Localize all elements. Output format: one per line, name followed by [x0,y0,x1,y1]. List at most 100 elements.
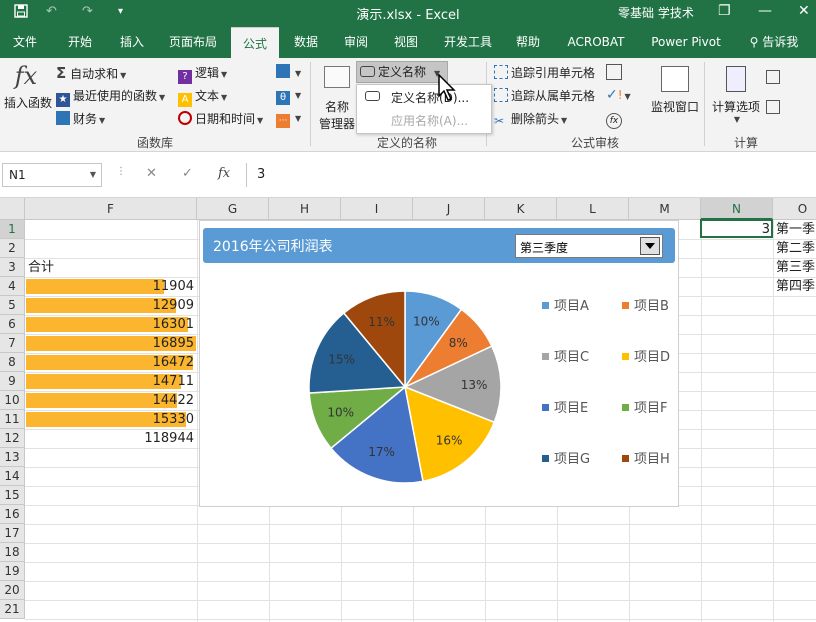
tab-data[interactable]: 数据 [282,26,330,58]
legend-entry[interactable]: 项目C [542,346,589,365]
more-functions-button[interactable]: ··· ▼ [276,110,301,128]
tab-power-pivot[interactable]: Power Pivot [644,26,728,58]
legend-entry[interactable]: 项目A [542,295,589,314]
financial-button[interactable]: 财务 ▼ [56,110,105,127]
row-header[interactable]: 12 [0,429,25,448]
legend-entry[interactable]: 项目H [622,448,670,467]
row-header[interactable]: 10 [0,391,25,410]
column-header[interactable]: H [269,198,341,220]
minimize-button[interactable]: — [758,3,772,19]
datetime-button[interactable]: 日期和时间 ▼ [178,110,263,127]
show-formulas-button[interactable] [606,64,625,81]
lookup-reference-button[interactable]: ▼ [276,64,301,79]
row-header[interactable]: 14 [0,467,25,486]
legend-entry[interactable]: 项目G [542,448,590,467]
calculate-sheet-button[interactable] [766,100,783,115]
restore-ribbon-icon[interactable]: ❐ [718,3,731,19]
legend-entry[interactable]: 项目F [622,397,667,416]
column-header[interactable]: M [629,198,701,220]
column-header[interactable]: I [341,198,413,220]
quarter-select[interactable]: 第三季度 [515,234,663,258]
cell-total-label[interactable]: 合计 [28,258,54,277]
row-header[interactable]: 9 [0,372,25,391]
row-header[interactable]: 8 [0,353,25,372]
row-header[interactable]: 6 [0,315,25,334]
legend-entry[interactable]: 项目D [622,346,670,365]
recent-functions-button[interactable]: ★ 最近使用的函数 ▼ [56,87,165,107]
column-header[interactable]: F [25,198,197,220]
close-button[interactable]: ✕ [798,3,810,19]
column-header[interactable]: K [485,198,557,220]
row-header[interactable]: 2 [0,239,25,258]
row-header[interactable]: 17 [0,524,25,543]
tab-formulas[interactable]: 公式 [231,27,279,58]
name-manager-button[interactable]: 名称 管理器 [316,66,358,132]
math-trig-button[interactable]: θ ▼ [276,87,301,105]
tab-page-layout[interactable]: 页面布局 [160,26,226,58]
cell-value[interactable]: 14711 [26,372,194,391]
column-header[interactable]: J [413,198,485,220]
cell-value[interactable]: 11904 [26,277,194,296]
tab-home[interactable]: 开始 [56,26,104,58]
pie-chart[interactable]: 2016年公司利润表 第三季度 10% 8% 13% 16% 17% 10% 15% 11% … [199,220,679,507]
trace-dependents-button[interactable]: 追踪从属单元格 [494,87,595,104]
cell-value[interactable]: 16472 [26,353,194,372]
cell-value[interactable]: 15330 [26,410,194,429]
user-name[interactable]: 零基础 学技术 [618,4,694,21]
row-header[interactable]: 11 [0,410,25,429]
cell-total[interactable]: 118944 [26,429,194,448]
cell-quarter[interactable]: 第三季 [776,258,816,277]
tell-me-box[interactable]: ⚲ 告诉我 [738,26,810,58]
cell-quarter[interactable]: 第二季 [776,239,816,258]
cell-quarter[interactable]: 第四季 [776,277,816,296]
column-header[interactable]: G [197,198,269,220]
tab-file[interactable]: 文件 [4,26,46,58]
tab-review[interactable]: 审阅 [332,26,380,58]
define-name-button[interactable]: 定义名称 ▼ [356,61,448,83]
column-header-selected[interactable]: N [701,198,773,220]
autosum-button[interactable]: Σ 自动求和 ▼ [56,64,126,82]
row-header-selected[interactable]: 1 [0,220,25,239]
row-header[interactable]: 15 [0,486,25,505]
quarter-select-dropdown-button[interactable] [640,237,660,255]
logical-button[interactable]: ? 逻辑 ▼ [178,64,227,84]
trace-precedents-button[interactable]: 追踪引用单元格 [494,64,595,81]
chevron-down-icon[interactable]: ▼ [90,164,96,186]
remove-arrows-button[interactable]: ✂ 删除箭头 ▼ [494,110,567,128]
row-header[interactable]: 21 [0,600,25,619]
menu-item-define-name[interactable]: 定义名称(D)... [357,87,491,109]
cell-value[interactable]: 14422 [26,391,194,410]
legend-entry[interactable]: 项目B [622,295,669,314]
tab-acrobat[interactable]: ACROBAT [560,26,632,58]
row-header[interactable]: 3 [0,258,25,277]
watch-window-button[interactable]: 监视窗口 [648,66,702,115]
row-header[interactable]: 7 [0,334,25,353]
formula-input[interactable]: 3 [246,163,816,187]
tab-help[interactable]: 帮助 [506,26,550,58]
row-header[interactable]: 18 [0,543,25,562]
enter-button[interactable]: ✓ [182,166,193,181]
calculation-options-button[interactable]: 计算选项 ▼ [710,66,762,124]
error-checking-button[interactable]: ✓! ▼ [606,87,631,103]
tab-developer[interactable]: 开发工具 [436,26,500,58]
row-header[interactable]: 13 [0,448,25,467]
text-button[interactable]: A 文本 ▼ [178,87,227,107]
cell-value[interactable]: 16895 [26,334,194,353]
cell-value[interactable]: 16301 [26,315,194,334]
cancel-entry-button[interactable]: ✕ [146,166,157,181]
column-header[interactable]: L [557,198,629,220]
column-header[interactable]: O [773,198,816,220]
cell-quarter[interactable]: 第一季 [776,220,816,239]
row-header[interactable]: 19 [0,562,25,581]
row-header[interactable]: 16 [0,505,25,524]
insert-function-button[interactable]: fx 插入函数 [4,62,52,111]
row-header[interactable]: 4 [0,277,25,296]
cell-value[interactable]: 12909 [26,296,194,315]
name-box[interactable]: N1 ▼ [2,163,102,187]
tab-view[interactable]: 视图 [382,26,430,58]
calculate-now-button[interactable] [766,70,783,85]
tab-insert[interactable]: 插入 [108,26,156,58]
menu-item-apply-names[interactable]: 应用名称(A)... [357,110,491,132]
row-header[interactable]: 5 [0,296,25,315]
insert-function-fx-button[interactable]: fx [218,166,230,181]
